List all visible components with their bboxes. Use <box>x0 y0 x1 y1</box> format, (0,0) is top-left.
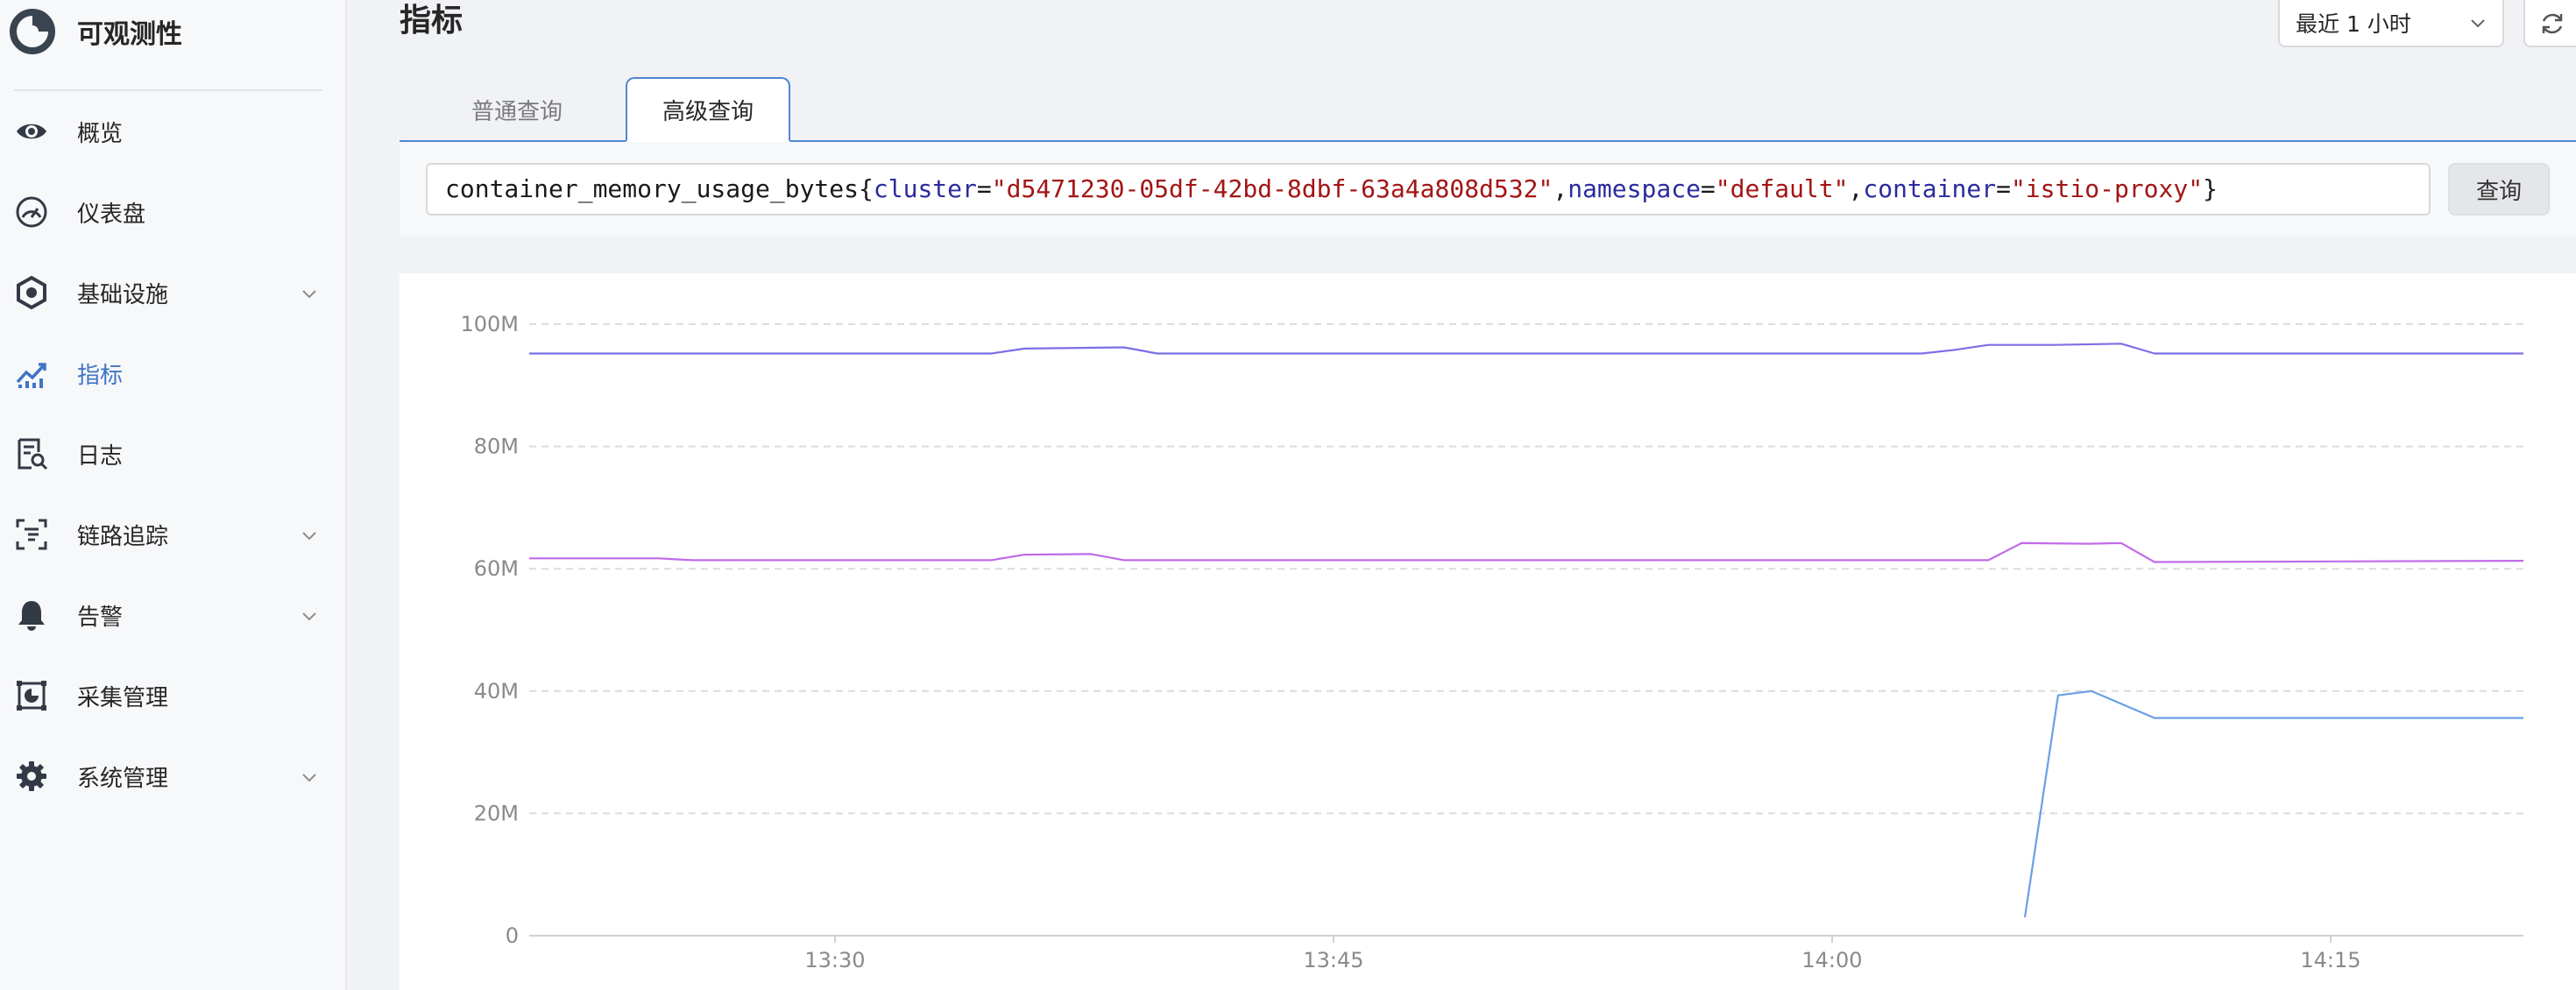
sidebar-item-label: 指标 <box>77 362 124 389</box>
metrics-line-chart: 0 20M 40M 60M 80M 100M 13:30 13:45 14:00 14:15 <box>460 312 2524 972</box>
time-range-select[interactable]: 最近 1 小时 <box>2278 0 2504 47</box>
promql-query-input[interactable]: container_memory_usage_bytes{cluster="d5… <box>426 163 2431 216</box>
sidebar-item-logs[interactable]: 日志 <box>0 419 345 489</box>
query-metric-name: container_memory_usage_bytes <box>445 174 860 203</box>
x-tick-label: 13:45 <box>1303 948 1363 972</box>
sidebar-item-label: 仪表盘 <box>77 201 146 228</box>
y-tick-label: 20M <box>474 801 519 825</box>
hexagon-settings-icon <box>17 275 46 310</box>
sidebar-item-label: 系统管理 <box>77 765 169 792</box>
trace-scan-icon <box>16 519 47 550</box>
bell-icon <box>18 601 45 631</box>
document-search-icon <box>18 438 48 470</box>
sidebar-item-label: 告警 <box>77 604 124 631</box>
sidebar-item-infrastructure[interactable]: 基础设施 <box>0 258 345 328</box>
y-tick-label: 100M <box>460 312 519 336</box>
refresh-button[interactable] <box>2523 0 2576 47</box>
series-line-1 <box>529 343 2523 355</box>
tab-advanced-query[interactable]: 高级查询 <box>626 77 790 142</box>
sidebar-item-dashboard[interactable]: 仪表盘 <box>0 177 345 247</box>
sidebar-item-alerts[interactable]: 告警 <box>0 580 345 650</box>
eye-icon <box>17 124 46 139</box>
chevron-down-icon <box>302 774 316 782</box>
y-tick-label: 80M <box>474 435 519 459</box>
query-label-key: namespace <box>1568 174 1701 203</box>
metrics-chart-card: 0 20M 40M 60M 80M 100M 13:30 13:45 14:00 14:15 <box>400 273 2576 990</box>
gear-icon <box>17 761 46 791</box>
y-tick-label: 0 <box>506 923 519 948</box>
refresh-icon <box>2542 13 2563 34</box>
app-title: 可观测性 <box>77 19 182 50</box>
y-tick-label: 40M <box>474 679 519 704</box>
sidebar-item-label: 基础设施 <box>77 281 169 308</box>
tab-normal-query[interactable]: 普通查询 <box>429 77 605 142</box>
y-tick-label: 60M <box>474 556 519 581</box>
query-button[interactable]: 查询 <box>2448 163 2550 216</box>
divider <box>14 89 322 91</box>
time-range-value: 最近 1 小时 <box>2296 11 2411 37</box>
sidebar-item-overview[interactable]: 概览 <box>0 96 345 166</box>
sidebar-item-label: 采集管理 <box>77 684 169 711</box>
sidebar-item-metrics[interactable]: 指标 <box>0 338 345 408</box>
series-line-3 <box>2023 689 2523 918</box>
chevron-down-icon <box>302 612 316 621</box>
x-tick-label: 14:00 <box>1801 948 1862 972</box>
query-label-key: cluster <box>873 174 977 203</box>
line-chart-icon <box>16 363 46 388</box>
sidebar-item-label: 日志 <box>77 442 124 470</box>
query-label-value: "istio-proxy" <box>2010 174 2204 203</box>
sidebar-item-tracing[interactable]: 链路追踪 <box>0 499 345 569</box>
chevron-down-icon <box>2471 19 2485 28</box>
chevron-down-icon <box>302 532 316 541</box>
query-label-value: "d5471230-05df-42bd-8dbf-63a4a808d532" <box>991 174 1553 203</box>
observability-logo-icon <box>10 9 55 54</box>
chevron-down-icon <box>302 290 316 299</box>
x-tick-label: 13:30 <box>804 948 865 972</box>
series-line-2 <box>529 541 2524 563</box>
sidebar-item-system[interactable]: 系统管理 <box>0 741 345 811</box>
sidebar-item-collection[interactable]: 采集管理 <box>0 661 345 731</box>
query-label-value: "default" <box>1715 174 1849 203</box>
sidebar-item-label: 链路追踪 <box>77 523 169 550</box>
page-title: 指标 <box>400 3 464 39</box>
x-tick-label: 14:15 <box>2300 948 2360 972</box>
query-label-key: container <box>1863 174 1997 203</box>
sidebar-item-label: 概览 <box>77 120 124 147</box>
dashboard-gauge-icon <box>16 196 47 228</box>
collect-chart-icon <box>17 681 46 711</box>
brand[interactable]: 可观测性 <box>9 5 182 58</box>
sidebar: 可观测性 概览 仪表盘 基础设施 指标 日志 链路追踪 告警 采集管理 系统管理 <box>0 0 347 990</box>
